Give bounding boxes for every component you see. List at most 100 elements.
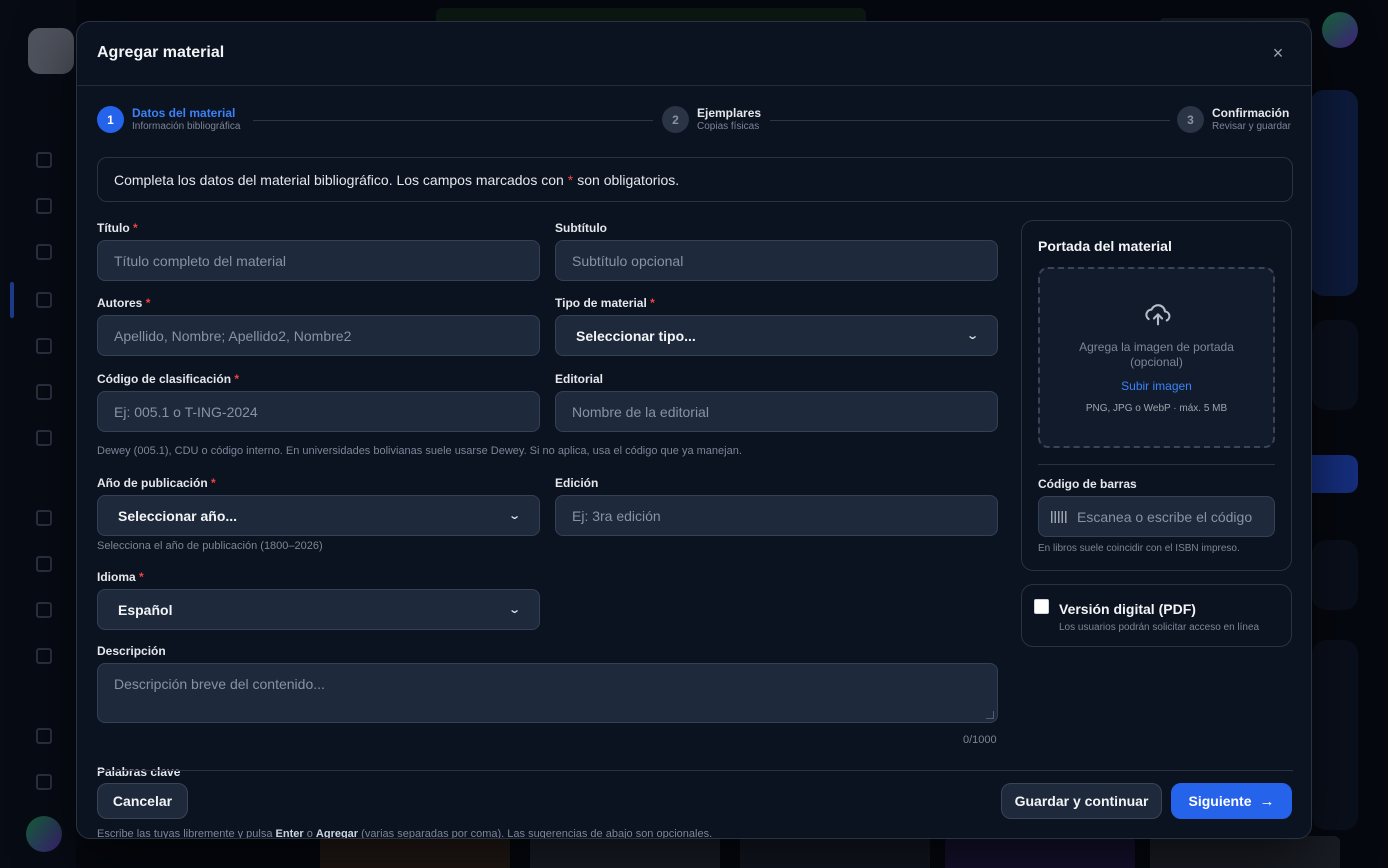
cover-dropzone[interactable]: Agrega la imagen de portada (opcional) S… [1038, 267, 1275, 448]
background-nav-icon [36, 292, 52, 308]
background-thumbnail [740, 836, 930, 868]
codigo-input[interactable]: Ej: 005.1 o T-ING-2024 [97, 391, 540, 432]
step-sublabel: Copias físicas [697, 121, 760, 132]
autores-input[interactable]: Apellido, Nombre; Apellido2, Nombre2 [97, 315, 540, 356]
background-nav-icon [36, 384, 52, 400]
background-nav-active-indicator [10, 282, 14, 318]
digital-version-title: Versión digital (PDF) [1059, 601, 1196, 617]
modal-footer: Cancelar Guardar y continuar Siguiente → [77, 770, 1311, 828]
upload-formats-hint: PNG, JPG o WebP · máx. 5 MB [1085, 403, 1228, 414]
chevron-down-icon: ⌄ [965, 330, 979, 342]
info-text-end: son obligatorios. [577, 171, 680, 188]
arrow-right-icon: → [1259, 792, 1275, 810]
cover-panel: Portada del material Agrega la imagen de… [1021, 220, 1292, 571]
titulo-label-text: Título [97, 221, 130, 235]
descripcion-label: Descripción [97, 644, 166, 658]
required-star: * [211, 476, 216, 490]
footer-divider [97, 770, 1293, 771]
anio-value: Seleccionar año... [118, 507, 238, 524]
modal-header: Agregar material × [77, 22, 1311, 86]
descripcion-textarea[interactable]: Descripción breve del contenido... [97, 663, 998, 723]
background-nav-icon [36, 728, 52, 744]
descripcion-counter: 0/1000 [963, 734, 997, 746]
info-text: Completa los datos del material bibliogr… [114, 171, 564, 188]
required-star: * [133, 221, 138, 235]
idioma-label: Idioma * [97, 570, 144, 584]
background-user-avatar [26, 816, 62, 852]
background-nav-icon [36, 198, 52, 214]
editorial-input[interactable]: Nombre de la editorial [555, 391, 998, 432]
save-continue-button[interactable]: Guardar y continuar [1001, 783, 1162, 819]
required-star: * [145, 296, 151, 310]
background-nav-icon [36, 244, 52, 260]
step-connector [253, 120, 653, 121]
subtitulo-input[interactable]: Subtítulo opcional [555, 240, 998, 281]
background-card [1312, 540, 1358, 610]
autores-label: Autores * [97, 296, 150, 310]
step-label: Confirmación [1212, 106, 1290, 120]
cloud-upload-icon [1145, 304, 1171, 326]
digital-version-panel: Versión digital (PDF) Los usuarios podrá… [1021, 584, 1292, 647]
step-number: 3 [1177, 106, 1204, 133]
next-button-label: Siguiente [1188, 793, 1252, 809]
background-nav-icon [36, 774, 52, 790]
background-nav-icon [36, 602, 52, 618]
tipo-material-select[interactable]: Seleccionar tipo... ⌄ [555, 315, 998, 356]
close-icon[interactable]: × [1267, 42, 1289, 64]
required-star: * [650, 296, 655, 310]
anio-select[interactable]: Seleccionar año... ⌄ [97, 495, 540, 536]
step-sublabel: Información bibliográfica [132, 121, 241, 132]
background-nav-icon [36, 556, 52, 572]
tipo-material-value: Seleccionar tipo... [576, 327, 696, 344]
resize-handle-icon[interactable] [986, 711, 994, 719]
barcode-label: Código de barras [1038, 477, 1137, 491]
required-star: * [139, 570, 144, 584]
barcode-icon [1051, 510, 1067, 523]
required-star: * [234, 372, 240, 386]
anio-label-text: Año de publicación [97, 476, 208, 490]
autores-label-text: Autores [97, 296, 143, 310]
idioma-select[interactable]: Español ⌄ [97, 589, 540, 630]
background-thumbnail [530, 836, 720, 868]
background-nav-icon [36, 430, 52, 446]
barcode-input[interactable]: Escanea o escribe el código [1038, 496, 1275, 537]
titulo-label: Título * [97, 221, 138, 235]
background-top-avatar [1322, 12, 1358, 48]
edicion-input[interactable]: Ej: 3ra edición [555, 495, 998, 536]
background-card [1312, 640, 1358, 830]
upload-image-link[interactable]: Subir imagen [1040, 379, 1273, 393]
cancel-button[interactable]: Cancelar [97, 783, 188, 819]
step-datos-del-material[interactable]: 1 Datos del material Información bibliog… [97, 106, 240, 133]
next-button[interactable]: Siguiente → [1171, 783, 1292, 819]
hint-text: Escribe las tuyas libremente y pulsa [97, 828, 273, 839]
step-confirmacion[interactable]: 3 Confirmación Revisar y guardar [1177, 106, 1291, 133]
barcode-placeholder: Escanea o escribe el código [1077, 508, 1253, 525]
step-sublabel: Revisar y guardar [1212, 121, 1291, 132]
info-banner: Completa los datos del material bibliogr… [97, 157, 1293, 202]
descripcion-placeholder: Descripción breve del contenido... [114, 676, 325, 692]
barcode-hint: En libros suele coincidir con el ISBN im… [1038, 543, 1240, 554]
required-star: * [567, 171, 574, 188]
background-nav-icon [36, 648, 52, 664]
titulo-input[interactable]: Título completo del material [97, 240, 540, 281]
add-material-modal: Agregar material × 1 Datos del material … [76, 21, 1312, 839]
background-thumbnail [320, 836, 510, 868]
hint-add-key: Agregar [315, 828, 359, 839]
step-connector [770, 120, 1170, 121]
background-thumbnail [945, 836, 1135, 868]
step-label: Datos del material [132, 106, 236, 120]
digital-version-checkbox[interactable] [1034, 599, 1049, 614]
background-thumbnails [320, 836, 1340, 868]
step-number: 1 [97, 106, 124, 133]
chevron-down-icon: ⌄ [507, 604, 521, 616]
tipo-material-label: Tipo de material * [555, 296, 655, 310]
step-ejemplares[interactable]: 2 Ejemplares Copias físicas [662, 106, 761, 133]
subtitulo-label: Subtítulo [555, 221, 607, 235]
anio-hint: Selecciona el año de publicación (1800–2… [97, 540, 323, 552]
background-nav-icon [36, 152, 52, 168]
cover-drop-text: Agrega la imagen de portada (opcional) [1079, 340, 1234, 369]
idioma-value: Español [118, 601, 173, 618]
background-logo [28, 28, 74, 74]
hint-text: (varias separadas por coma). Las sugeren… [361, 828, 713, 839]
background-highlight-card [1310, 90, 1358, 296]
